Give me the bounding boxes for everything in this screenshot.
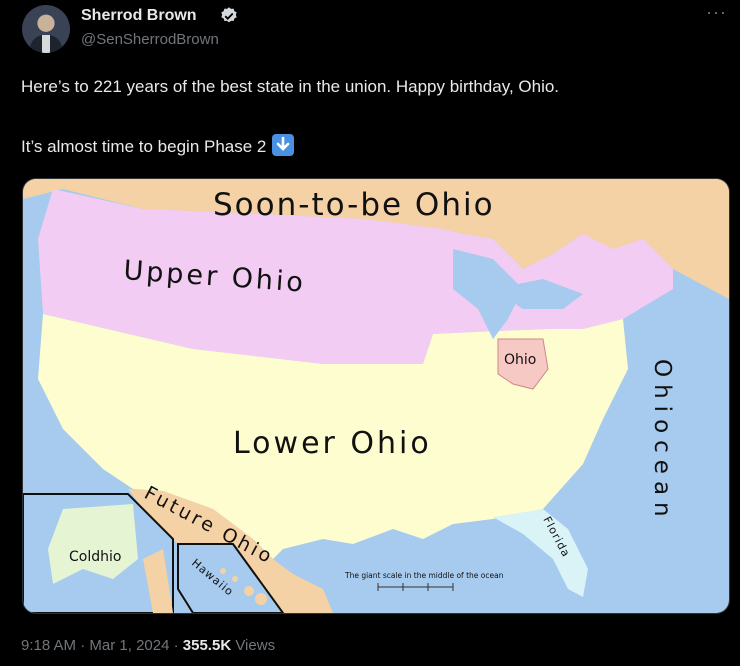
label-scale: The giant scale in the middle of the oce… [344,571,504,580]
more-options-icon[interactable]: ··· [706,2,727,23]
views-count: 355.5K [182,637,232,654]
tweet-text-line1: Here’s to 221 years of the best state in… [21,77,560,96]
tweet-time[interactable]: 9:18 AM [21,637,76,654]
author-name[interactable]: Sherrod Brown [81,7,197,25]
label-ohio: Ohio [504,352,536,368]
tweet-text-line2-label: It’s almost time to begin Phase 2 [21,137,267,156]
verified-badge-icon [221,7,237,23]
views-label: Views [235,637,276,654]
separator: · [80,637,90,654]
separator: · [173,637,183,654]
label-ohiocean: Ohiocean [649,359,675,524]
tweet-map-image[interactable]: Soon-to-be Ohio Upper Ohio Lower Ohio Oh… [22,178,730,614]
author-avatar[interactable] [22,5,70,53]
label-lower-ohio: Lower Ohio [233,426,432,461]
tweet-text-line2: It’s almost time to begin Phase 2 [21,134,295,158]
label-coldhio: Coldhio [69,549,121,565]
label-soon-to-be-ohio: Soon-to-be Ohio [213,187,495,223]
tweet-date[interactable]: Mar 1, 2024 [89,637,169,654]
down-arrow-icon [272,134,295,156]
tweet-footer: 9:18 AM · Mar 1, 2024 · 355.5K Views [21,637,275,654]
avatar-shirt [42,35,50,53]
author-handle[interactable]: @SenSherrodBrown [81,31,219,48]
